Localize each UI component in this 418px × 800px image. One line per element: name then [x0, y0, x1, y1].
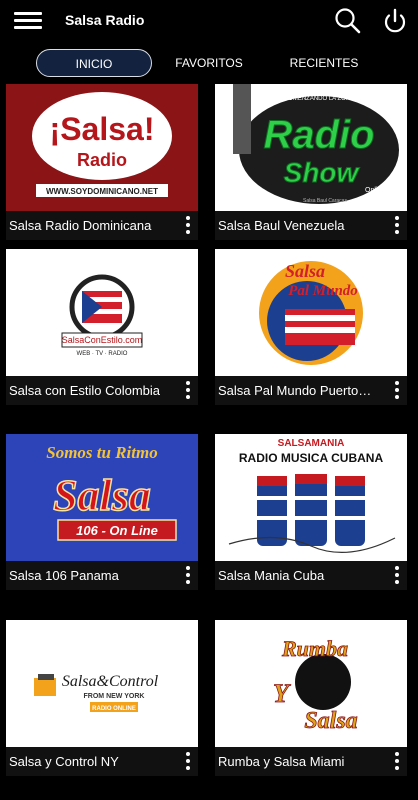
tab-favoritos[interactable]: FAVORITOS	[160, 49, 258, 77]
station-name: Salsa 106 Panama	[9, 568, 119, 583]
station-name: Rumba y Salsa Miami	[218, 754, 345, 769]
station-logo: Salsa&Control FROM NEW YORK RADIO ONLINE	[6, 620, 198, 747]
station-card[interactable]: ¡Salsa! Radio WWW.SOYDOMINICANO.NET Sals…	[3, 84, 201, 243]
logo-top: Somos tu Ritmo	[46, 443, 157, 462]
more-vertical-icon[interactable]	[393, 381, 401, 399]
station-logo: Rumba Y Salsa	[215, 620, 407, 747]
logo-sub: 106 - On Line	[76, 523, 158, 538]
more-vertical-icon[interactable]	[393, 752, 401, 770]
logo-top: Rumba	[281, 636, 348, 661]
station-logo: SALSAMANIA RADIO MUSICA CUBANA	[215, 434, 407, 561]
logo-main: SalsaConEstilo.com	[62, 335, 143, 345]
station-caption: Salsa con Estilo Colombia	[6, 376, 198, 405]
tab-inicio[interactable]: INICIO	[36, 49, 152, 77]
power-icon[interactable]	[380, 6, 410, 36]
logo-top: Salsa	[285, 261, 325, 281]
logo-main: Radio	[263, 113, 374, 157]
station-caption: Salsa 106 Panama	[6, 561, 198, 590]
station-grid: ¡Salsa! Radio WWW.SOYDOMINICANO.NET Sals…	[0, 84, 418, 800]
station-name: Salsa y Control NY	[9, 754, 119, 769]
logo-main: Salsa	[53, 471, 151, 520]
app-title: Salsa Radio	[65, 12, 145, 28]
station-name: Salsa Radio Dominicana	[9, 218, 152, 233]
logo-top: COMENZANDO LA ZONA	[284, 96, 354, 102]
station-logo: ¡Salsa! Radio WWW.SOYDOMINICANO.NET	[6, 84, 198, 211]
logo-main: Pal Mundo	[288, 283, 358, 299]
station-name: Salsa Baul Venezuela	[218, 218, 345, 233]
more-vertical-icon[interactable]	[184, 216, 192, 234]
logo-tag: RADIO ONLINE	[92, 706, 136, 712]
logo-tag: Online	[365, 187, 385, 194]
station-name: Salsa con Estilo Colombia	[9, 383, 161, 398]
logo-top: SALSAMANIA	[278, 438, 345, 449]
more-vertical-icon[interactable]	[184, 752, 192, 770]
station-caption: Salsa Baul Venezuela	[215, 211, 407, 240]
station-card[interactable]: Salsa&Control FROM NEW YORK RADIO ONLINE…	[3, 617, 201, 779]
station-logo: Salsa Pal Mundo	[215, 249, 407, 376]
more-vertical-icon[interactable]	[393, 566, 401, 584]
logo-sub: WEB · TV · RADIO	[77, 351, 128, 357]
station-card[interactable]: SALSAMANIA RADIO MUSICA CUBANA Salsa Man…	[212, 431, 410, 593]
hamburger-menu-icon[interactable]	[14, 12, 42, 30]
logo-foot: Salsa Baul Caracas	[303, 198, 347, 204]
more-vertical-icon[interactable]	[393, 216, 401, 234]
station-caption: Salsa Mania Cuba	[215, 561, 407, 590]
station-caption: Rumba y Salsa Miami	[215, 747, 407, 776]
station-logo: SalsaConEstilo.com WEB · TV · RADIO	[6, 249, 198, 376]
station-card[interactable]: Rumba Y Salsa Rumba y Salsa Miami	[212, 617, 410, 779]
logo-url: WWW.SOYDOMINICANO.NET	[46, 187, 158, 196]
station-card[interactable]: COMENZANDO LA ZONA Radio Show Online Sal…	[212, 84, 410, 243]
station-caption: Salsa Radio Dominicana	[6, 211, 198, 240]
search-icon[interactable]	[333, 6, 363, 36]
tab-bar: INICIO FAVORITOS RECIENTES	[0, 42, 418, 84]
station-logo: COMENZANDO LA ZONA Radio Show Online Sal…	[215, 84, 407, 211]
station-logo: Somos tu Ritmo Salsa 106 - On Line	[6, 434, 198, 561]
more-vertical-icon[interactable]	[184, 381, 192, 399]
station-card[interactable]: SalsaConEstilo.com WEB · TV · RADIO Sals…	[3, 246, 201, 408]
logo-headline: ¡Salsa!	[50, 111, 155, 147]
station-caption: Salsa Pal Mundo Puerto…	[215, 376, 407, 405]
station-card[interactable]: Salsa Pal Mundo Salsa Pal Mundo Puerto…	[212, 246, 410, 408]
station-name: Salsa Pal Mundo Puerto…	[218, 383, 372, 398]
logo-sub: Show	[284, 157, 361, 188]
app-bar: Salsa Radio	[0, 0, 418, 42]
tab-recientes[interactable]: RECIENTES	[270, 49, 378, 77]
logo-sub: Salsa	[304, 708, 357, 734]
station-card[interactable]: Somos tu Ritmo Salsa 106 - On Line Salsa…	[3, 431, 201, 593]
logo-main: RADIO MUSICA CUBANA	[239, 451, 384, 465]
logo-main: Salsa&Control	[62, 673, 159, 690]
logo-sub: Radio	[77, 150, 127, 170]
station-name: Salsa Mania Cuba	[218, 568, 325, 583]
logo-sub: FROM NEW YORK	[84, 693, 145, 700]
more-vertical-icon[interactable]	[184, 566, 192, 584]
logo-main: Y	[273, 679, 291, 708]
station-caption: Salsa y Control NY	[6, 747, 198, 776]
